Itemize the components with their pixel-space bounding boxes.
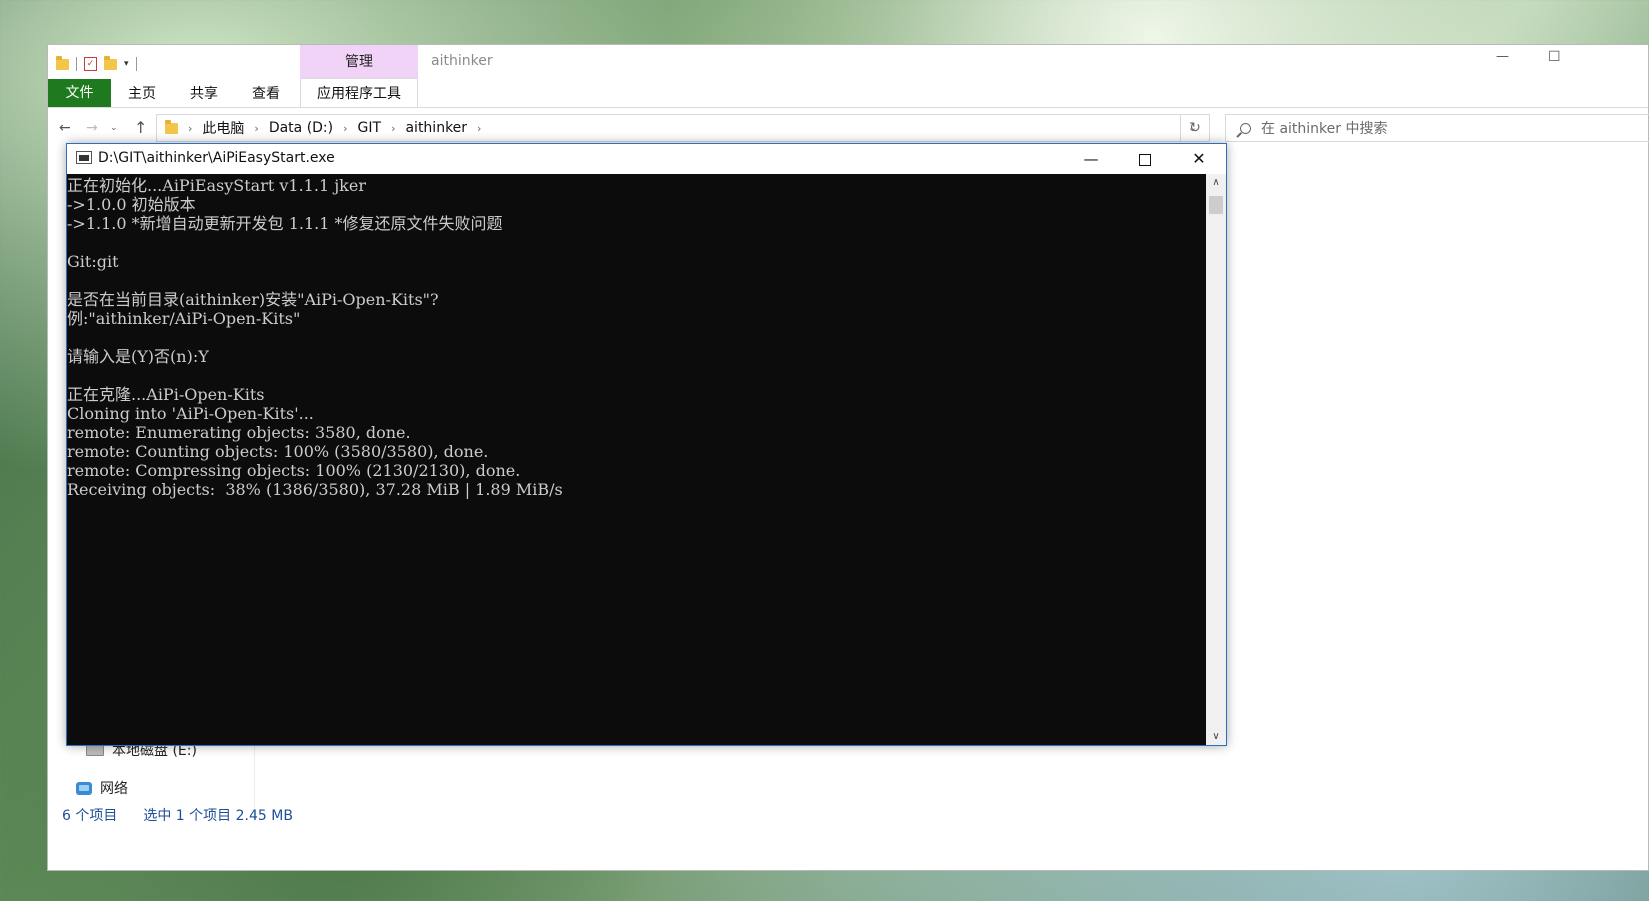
tab-file[interactable]: 文件 (48, 78, 111, 108)
chevron-right-icon: › (188, 121, 193, 135)
close-button[interactable]: ✕ (1176, 144, 1222, 174)
up-arrow-icon[interactable]: ↑ (134, 118, 147, 137)
drive-icon (86, 744, 104, 756)
tab-view[interactable]: 查看 (235, 83, 297, 103)
chevron-right-icon[interactable]: › (391, 122, 395, 135)
console-output-area[interactable]: 正在初始化...AiPiEasyStart v1.1.1 jker ->1.0.… (67, 174, 1206, 745)
folder-icon (165, 119, 178, 134)
breadcrumb-this-pc[interactable]: 此电脑 (202, 118, 244, 138)
maximize-button[interactable] (1122, 144, 1168, 174)
address-bar-row: ← → ⌄ ↑ › 此电脑 › Data (D:) › GIT › aithin… (48, 112, 1649, 146)
back-arrow-icon[interactable]: ← (59, 120, 71, 136)
console-title: D:\GIT\aithinker\AiPiEasyStart.exe (98, 150, 335, 166)
item-count: 6 个项目 (62, 808, 118, 824)
toolbar-divider (135, 57, 137, 71)
breadcrumb-data-drive[interactable]: Data (D:) (269, 120, 333, 136)
scrollbar-thumb[interactable] (1209, 196, 1223, 214)
network-icon (76, 781, 92, 795)
vertical-scrollbar[interactable]: ∧ ∨ (1206, 174, 1226, 745)
recent-locations-icon[interactable]: ⌄ (110, 123, 118, 133)
toolbar-divider (76, 57, 77, 71)
console-app-icon[interactable] (76, 151, 92, 164)
properties-icon[interactable]: ✓ (84, 57, 97, 71)
address-input[interactable]: › 此电脑 › Data (D:) › GIT › aithinker › ⌄ (156, 114, 1210, 142)
chevron-right-icon[interactable]: › (477, 122, 481, 135)
refresh-button[interactable]: ↻ (1180, 114, 1210, 142)
tab-share[interactable]: 共享 (173, 83, 235, 103)
ribbon-tabs: 文件 主页 共享 查看 (48, 78, 297, 108)
breadcrumb-aithinker[interactable]: aithinker (405, 120, 467, 136)
folder-icon[interactable] (56, 55, 69, 70)
quick-access-toolbar: ✓ ▾ (56, 54, 137, 74)
new-folder-icon[interactable] (104, 55, 117, 70)
status-bar: 6 个项目 选中 1 个项目 2.45 MB (62, 805, 293, 825)
minimize-button[interactable]: — (1496, 49, 1509, 64)
window-title: aithinker (431, 53, 493, 69)
scroll-up-icon[interactable]: ∧ (1206, 177, 1226, 188)
console-window[interactable]: D:\GIT\aithinker\AiPiEasyStart.exe — ✕ 正… (66, 143, 1227, 746)
scroll-down-icon[interactable]: ∨ (1206, 731, 1226, 742)
maximize-button[interactable]: ☐ (1548, 49, 1561, 65)
tab-home[interactable]: 主页 (111, 83, 173, 103)
chevron-right-icon[interactable]: › (254, 122, 258, 135)
maximize-icon (1139, 153, 1151, 166)
customize-toolbar-icon[interactable]: ▾ (124, 59, 129, 69)
search-icon (1240, 122, 1251, 134)
search-input[interactable]: 在 aithinker 中搜索 (1225, 114, 1649, 142)
minimize-button[interactable]: — (1068, 144, 1114, 174)
chevron-right-icon[interactable]: › (343, 122, 347, 135)
console-output-text: 正在初始化...AiPiEasyStart v1.1.1 jker ->1.0.… (67, 176, 563, 499)
selection-info: 选中 1 个项目 2.45 MB (143, 808, 293, 824)
console-titlebar[interactable]: D:\GIT\aithinker\AiPiEasyStart.exe — ✕ (67, 144, 1226, 174)
search-placeholder: 在 aithinker 中搜索 (1261, 121, 1388, 137)
breadcrumb-git[interactable]: GIT (358, 120, 382, 136)
ribbon-divider (48, 107, 1648, 108)
tab-application-tools[interactable]: 应用程序工具 (300, 78, 418, 108)
nav-item-label: 网络 (100, 781, 128, 797)
forward-arrow-icon[interactable]: → (86, 120, 98, 136)
nav-item-network[interactable]: 网络 (76, 778, 128, 798)
tab-manage[interactable]: 管理 (300, 45, 418, 78)
